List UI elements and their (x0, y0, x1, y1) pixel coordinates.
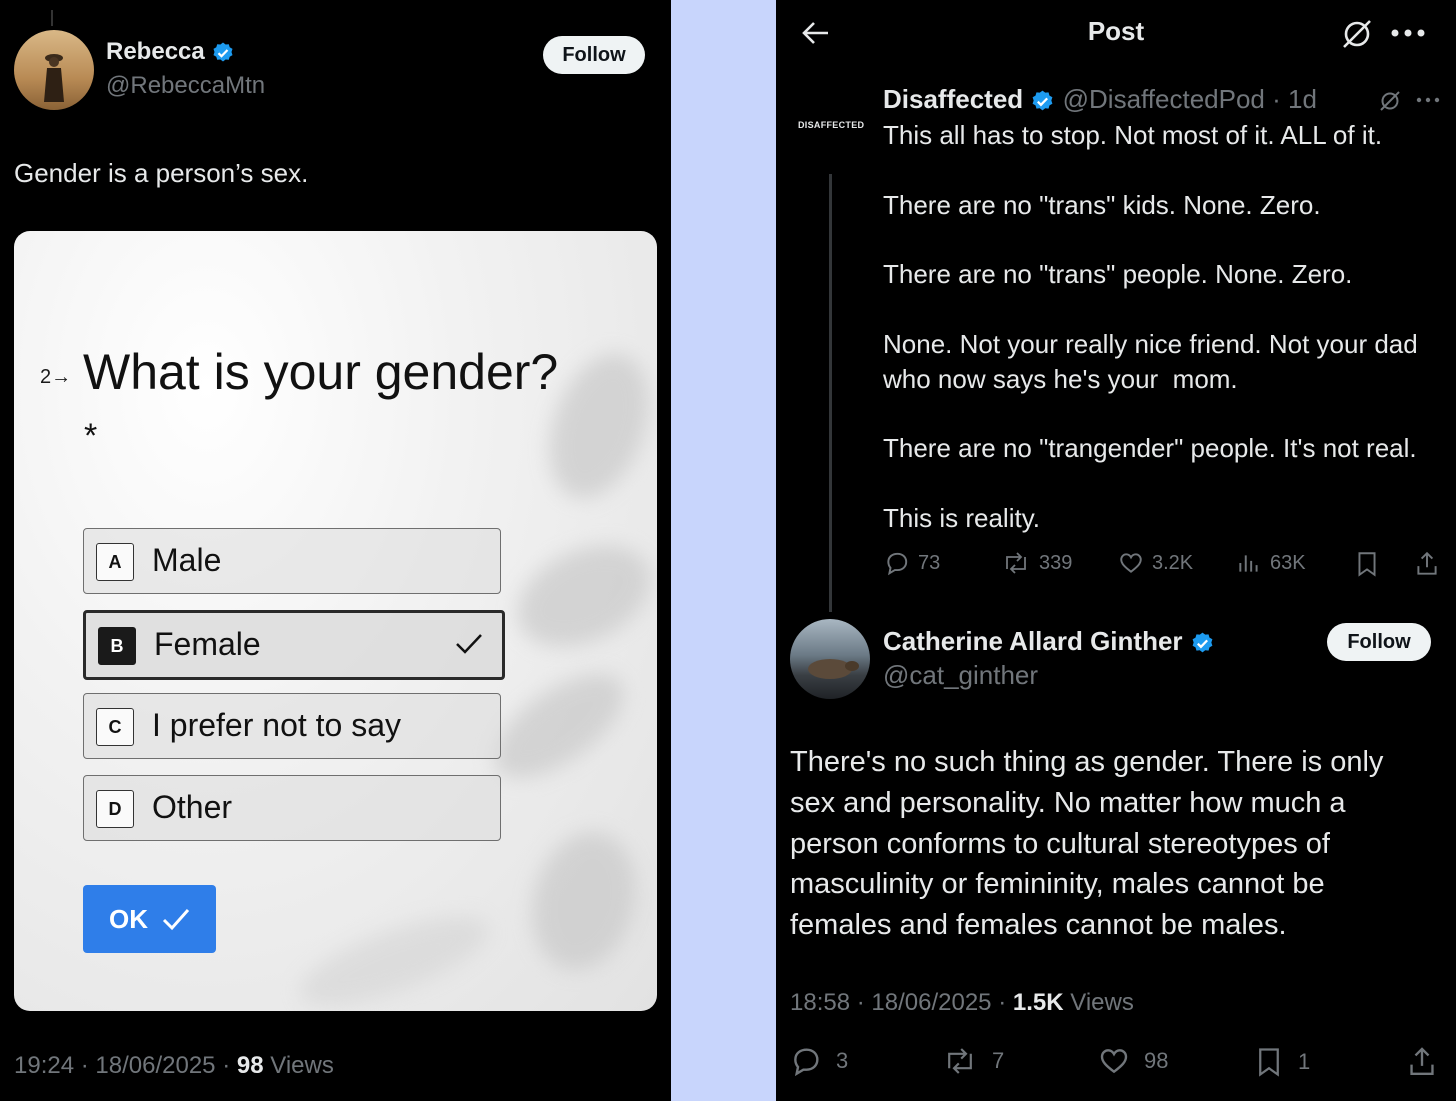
analytics-icon (1239, 555, 1258, 572)
post-date[interactable]: 18/06/2025 (871, 989, 991, 1016)
verified-badge-icon (1032, 90, 1053, 110)
reply-icon (794, 1048, 819, 1077)
option-label: Female (154, 626, 261, 662)
like-action[interactable]: 3.2K (1118, 550, 1193, 576)
reply-action[interactable]: 3 (790, 1045, 848, 1077)
like-count: 3.2K (1152, 551, 1194, 574)
author-name[interactable]: Rebecca (106, 38, 205, 65)
reply-count: 73 (918, 551, 941, 574)
views-count: 63K (1270, 551, 1306, 574)
author-handle[interactable]: @RebeccaMtn (106, 72, 265, 100)
checkmark-icon (456, 634, 482, 654)
option-key: C (96, 708, 134, 746)
bookmark-icon (1259, 1048, 1279, 1077)
repost-action[interactable]: 7 (942, 1045, 1004, 1077)
share-icon[interactable] (1406, 1045, 1438, 1079)
quoted-author-handle[interactable]: @DisaffectedPod (1063, 84, 1265, 114)
like-action[interactable]: 98 (1098, 1045, 1168, 1077)
avatar-figure-icon (44, 54, 64, 102)
required-mark: * (84, 417, 98, 455)
grok-icon[interactable] (1340, 17, 1374, 51)
post-text: Gender is a person’s sex. (14, 158, 309, 188)
post-time[interactable]: 18:58 (790, 989, 850, 1016)
option-label: I prefer not to say (152, 707, 402, 743)
option-label: Other (152, 789, 233, 825)
leaf-shadow (517, 820, 651, 982)
option-label: Male (152, 542, 222, 578)
views-count: 98 (236, 1052, 264, 1079)
repost-icon (1006, 552, 1026, 574)
more-options-icon[interactable] (1390, 28, 1426, 38)
option-female[interactable]: B Female (83, 610, 505, 680)
option-male[interactable]: A Male (83, 528, 501, 594)
post-text: There's no such thing as gender. There i… (790, 746, 1392, 942)
leaf-shadow (501, 525, 657, 667)
bookmark-count: 1 (1298, 1049, 1311, 1074)
post-time[interactable]: 19:24 (14, 1052, 74, 1079)
views-label: Views (270, 1052, 334, 1079)
check-icon (162, 909, 190, 931)
author-handle[interactable]: @cat_ginther (883, 660, 1038, 691)
ok-button[interactable]: OK (83, 885, 216, 953)
leaf-shadow (289, 898, 499, 1011)
quoted-post-age: · 1d (1272, 84, 1317, 114)
verified-badge-icon (213, 42, 233, 62)
heart-icon (1120, 553, 1142, 573)
avatar-catherine[interactable] (790, 619, 870, 699)
views-action[interactable]: 63K (1236, 550, 1306, 576)
option-key: B (98, 627, 136, 665)
thread-line (51, 10, 53, 26)
repost-count: 7 (992, 1048, 1005, 1073)
heart-icon (1100, 1049, 1128, 1074)
question-text: What is your gender? (83, 344, 559, 400)
follow-button[interactable]: Follow (543, 36, 645, 74)
reply-icon (887, 552, 908, 576)
repost-count: 339 (1039, 551, 1073, 574)
reply-count: 3 (836, 1048, 849, 1073)
option-key: D (96, 790, 134, 828)
grok-icon[interactable] (1378, 89, 1402, 113)
avatar-disaffected[interactable]: DISAFFECTED (790, 84, 870, 164)
like-count: 98 (1144, 1048, 1169, 1073)
bookmark-icon[interactable] (1354, 550, 1380, 578)
option-prefer-not-to-say[interactable]: C I prefer not to say (83, 693, 501, 759)
quoted-post-text: This all has to stop. Not most of it. AL… (883, 120, 1418, 533)
bookmark-action[interactable]: 1 (1254, 1045, 1310, 1079)
more-options-icon[interactable] (1416, 96, 1440, 104)
avatar-turtle-icon (808, 659, 859, 679)
avatar-rebecca[interactable] (14, 30, 94, 110)
panel-divider (671, 0, 776, 1101)
repost-action[interactable]: 339 (1001, 550, 1072, 576)
repost-icon (948, 1048, 972, 1074)
author-name[interactable]: Catherine Allard Ginther (883, 626, 1183, 656)
verified-badge-icon (1192, 632, 1213, 652)
option-key: A (96, 543, 134, 581)
post-date[interactable]: 18/06/2025 (95, 1052, 215, 1079)
share-icon[interactable] (1414, 550, 1440, 578)
views-label: Views (1070, 989, 1134, 1016)
option-other[interactable]: D Other (83, 775, 501, 841)
views-count: 1.5K (1012, 989, 1064, 1016)
reply-action[interactable]: 73 (884, 550, 940, 576)
thread-line (829, 174, 832, 612)
question-number: 2→ (40, 366, 72, 388)
follow-button[interactable]: Follow (1327, 623, 1431, 661)
form-image: 2→ What is your gender? * A Male B Femal… (14, 231, 657, 1011)
post-meta: 18:58 · 18/06/2025 · 1.5K Views (790, 989, 1134, 1016)
ok-label: OK (109, 904, 148, 934)
left-post-panel: Rebecca @RebeccaMtn Follow Gender is a p… (0, 0, 671, 1101)
right-post-panel: Post DISAFFECTED Disaffected @Disaffecte… (776, 0, 1456, 1101)
quoted-author-name[interactable]: Disaffected (883, 84, 1023, 114)
disaffected-logo: DISAFFECTED (798, 120, 865, 130)
post-meta: 19:24 · 18/06/2025 · 98 Views (14, 1052, 334, 1079)
